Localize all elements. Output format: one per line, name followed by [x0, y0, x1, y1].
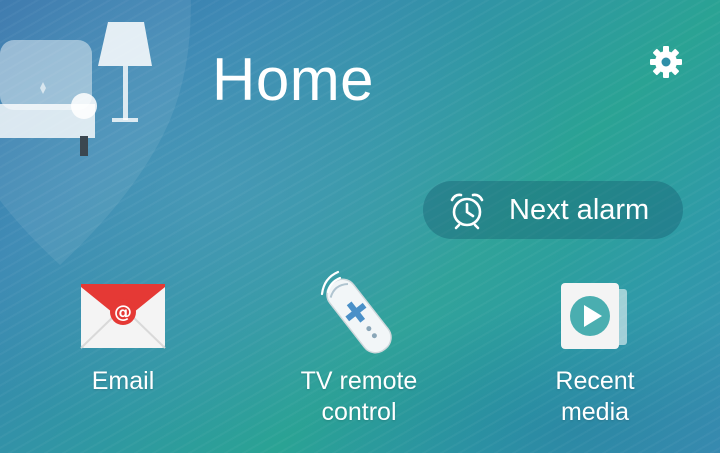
- next-alarm-label: Next alarm: [509, 193, 650, 226]
- email-app-label: Email: [91, 367, 155, 395]
- tv-remote-app-shortcut[interactable]: TV remote control: [264, 270, 454, 428]
- email-app-shortcut[interactable]: @ Email: [28, 270, 218, 397]
- gear-icon: [650, 46, 682, 78]
- settings-button[interactable]: [646, 42, 686, 82]
- play-media-icon: [561, 283, 627, 349]
- recent-media-app-shortcut[interactable]: Recent media: [500, 270, 690, 428]
- tv-remote-icon: [320, 270, 392, 354]
- tv-remote-app-label: TV remote control: [300, 367, 418, 426]
- page-title: Home: [212, 46, 375, 113]
- recent-media-app-label: Recent media: [555, 367, 635, 426]
- svg-text:@: @: [114, 302, 132, 323]
- next-alarm-button[interactable]: Next alarm: [423, 181, 683, 239]
- home-location-illustration: [0, 0, 191, 265]
- alarm-clock-icon: [450, 193, 484, 230]
- email-envelope-icon: @: [80, 284, 166, 349]
